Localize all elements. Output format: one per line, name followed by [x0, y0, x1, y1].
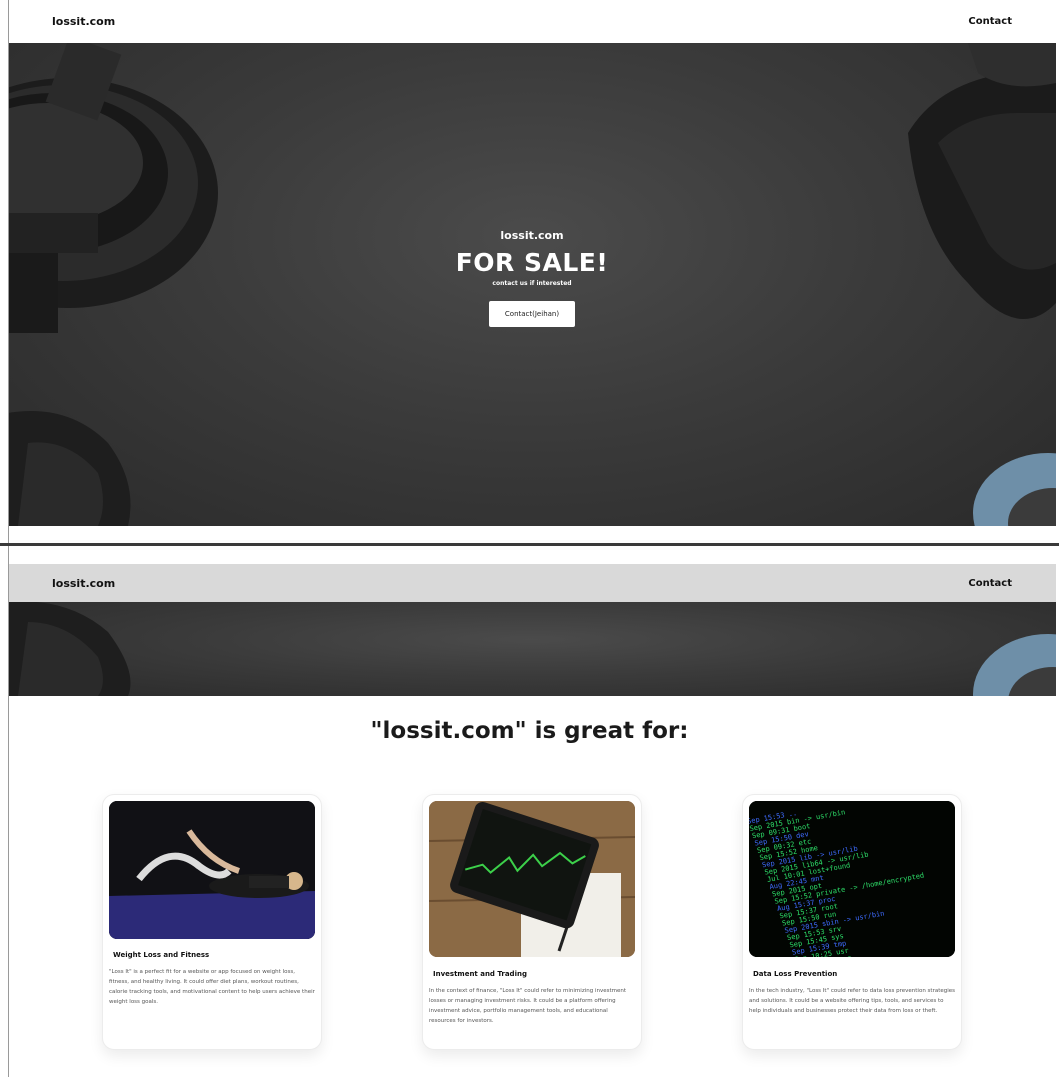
brand-logo[interactable]: lossit.com: [52, 577, 115, 590]
tablet-chart-icon: [429, 801, 635, 957]
terminal-screen-icon: Sep 15:53 ..Sep 2015 bin -> usr/binSep 0…: [749, 801, 955, 957]
card-investment[interactable]: Investment and Trading In the context of…: [422, 794, 642, 1050]
card-description: "Loss It" is a perfect fit for a website…: [109, 969, 315, 1005]
card-title: Weight Loss and Fitness: [113, 951, 210, 959]
card-description: In the context of finance, "Loss It" cou…: [429, 988, 627, 1024]
kettlebell-image: [973, 453, 1056, 526]
card-weight-loss[interactable]: Weight Loss and Fitness "Loss It" is a p…: [102, 794, 322, 1050]
top-navbar: lossit.com Contact: [8, 0, 1056, 43]
hero-domain: lossit.com: [500, 229, 564, 242]
gym-equipment-background: [8, 602, 1056, 696]
hero-section-scrolled: [8, 602, 1056, 696]
top-screenshot: lossit.com Contact lossit.com FOR SALE! …: [0, 0, 1059, 543]
card-data-loss[interactable]: Sep 15:53 .. Sep 2015 bin -> usr/bin Sep 0…: [742, 794, 962, 1050]
card-description: In the tech industry, "Loss It" could re…: [749, 988, 956, 1014]
bottom-screenshot: lossit.com Contact "lossit.com" is great…: [0, 546, 1059, 1077]
hero-section: lossit.com FOR SALE! contact us if inter…: [8, 43, 1056, 526]
hero-title: FOR SALE!: [455, 248, 609, 277]
card-title: Investment and Trading: [433, 970, 527, 978]
hero-subtitle: contact us if interested: [492, 280, 572, 287]
fitness-image: [109, 801, 315, 939]
terminal-image: Sep 15:53 .. Sep 2015 bin -> usr/bin Sep 0…: [749, 801, 955, 957]
window-edge: [0, 0, 9, 543]
woman-exercising-icon: [109, 801, 315, 939]
gloves-bottom-image: [8, 411, 131, 526]
contact-link[interactable]: Contact: [968, 16, 1012, 27]
window-edge: [0, 546, 9, 1077]
trading-image: [429, 801, 635, 957]
sticky-navbar: lossit.com Contact: [8, 564, 1056, 602]
section-title: "lossit.com" is great for:: [370, 718, 689, 744]
card-title: Data Loss Prevention: [753, 970, 838, 978]
contact-button[interactable]: Contact(Jeihan): [488, 301, 576, 327]
hero-content: lossit.com FOR SALE! contact us if inter…: [8, 229, 1056, 327]
brand-logo[interactable]: lossit.com: [52, 15, 115, 28]
contact-link[interactable]: Contact: [968, 578, 1012, 589]
